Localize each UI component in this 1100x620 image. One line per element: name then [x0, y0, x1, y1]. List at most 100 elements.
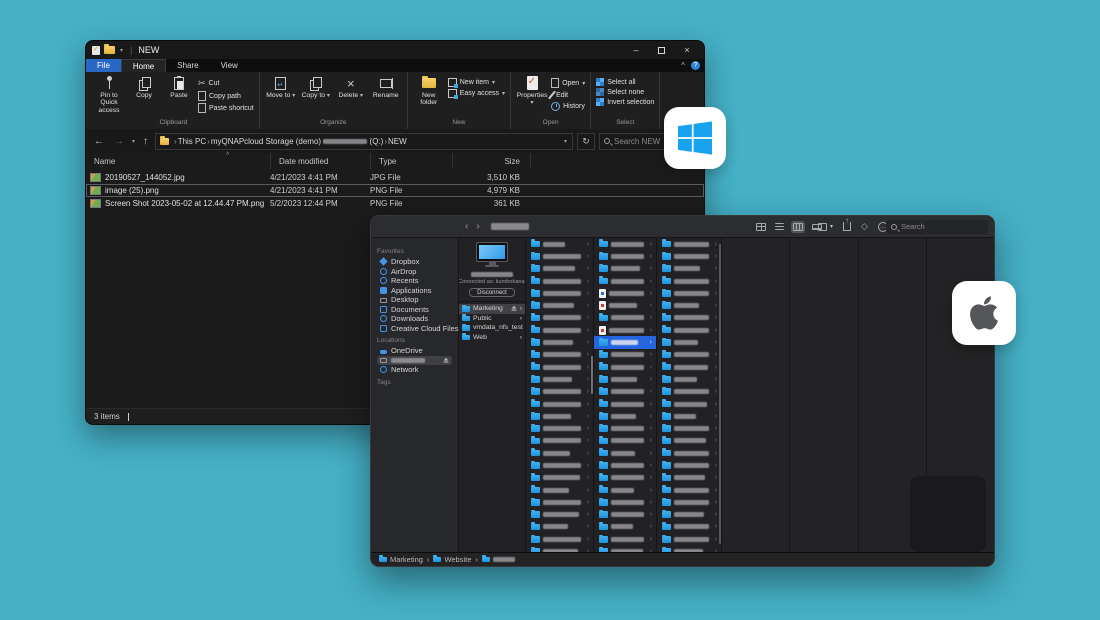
sidebar-item-dropbox[interactable]: Dropbox	[377, 257, 452, 267]
invert-selection-button[interactable]: Invert selection	[596, 98, 654, 106]
easy-access-button[interactable]: Easy access ▾	[448, 89, 505, 98]
quick-access-caret-icon[interactable]: ▾	[119, 47, 124, 54]
pin-to-quick-access-button[interactable]: Pin to Quick access	[93, 74, 125, 114]
properties-button[interactable]: Properties ▾	[516, 74, 548, 107]
sidebar-item-redacted[interactable]	[377, 356, 452, 366]
finder-file-row[interactable]: ›	[526, 312, 593, 324]
finder-file-row[interactable]: ›	[526, 287, 593, 299]
finder-file-row[interactable]: ›	[594, 275, 656, 287]
finder-file-row[interactable]: ›	[594, 238, 656, 250]
share-row-web[interactable]: Web›	[459, 333, 525, 343]
eject-icon[interactable]	[443, 356, 449, 365]
sidebar-item-applications[interactable]: Applications	[377, 286, 452, 296]
sidebar-item-creative-cloud-files[interactable]: Creative Cloud Files	[377, 324, 452, 334]
restore-button[interactable]	[658, 47, 665, 54]
up-button[interactable]: ↑	[140, 136, 151, 147]
finder-file-row[interactable]: ›	[594, 299, 656, 311]
finder-file-row[interactable]: ›	[526, 263, 593, 275]
finder-file-row[interactable]: ›	[657, 484, 721, 496]
finder-file-row[interactable]: ›	[657, 263, 721, 275]
path-item[interactable]: Website	[433, 555, 471, 564]
finder-file-row[interactable]: ›	[594, 287, 656, 299]
finder-file-row[interactable]: ›	[594, 373, 656, 385]
finder-file-row[interactable]: ›	[526, 545, 593, 552]
finder-file-row[interactable]: ›	[526, 459, 593, 471]
finder-file-row[interactable]: ›	[526, 533, 593, 545]
finder-file-row[interactable]: ›	[594, 336, 656, 348]
paste-shortcut-button[interactable]: Paste shortcut	[198, 103, 254, 113]
finder-file-row[interactable]: ›	[526, 484, 593, 496]
forward-button[interactable]: →	[111, 136, 127, 147]
finder-file-row[interactable]: ›	[657, 496, 721, 508]
finder-file-row[interactable]: ›	[657, 324, 721, 336]
finder-forward-button[interactable]: ›	[476, 221, 479, 232]
finder-file-row[interactable]: ›	[526, 299, 593, 311]
finder-file-row[interactable]: ›	[594, 312, 656, 324]
file-row[interactable]: 20190527_144052.jpg4/21/2023 4:41 PMJPG …	[86, 171, 704, 184]
finder-file-row[interactable]: ›	[657, 533, 721, 545]
tab-home[interactable]: Home	[121, 59, 166, 72]
finder-file-row[interactable]: ›	[526, 386, 593, 398]
finder-file-row[interactable]: ›	[657, 287, 721, 299]
finder-back-button[interactable]: ‹	[465, 221, 468, 232]
path-item-redacted[interactable]	[482, 557, 515, 563]
finder-file-row[interactable]: ›	[526, 509, 593, 521]
finder-file-row[interactable]: ›	[526, 238, 593, 250]
finder-file-row[interactable]: ›	[594, 410, 656, 422]
copy-path-button[interactable]: Copy path	[198, 91, 254, 101]
finder-file-row[interactable]: ›	[594, 324, 656, 336]
finder-file-row[interactable]: ›	[594, 435, 656, 447]
finder-file-row[interactable]: ›	[594, 484, 656, 496]
finder-file-row[interactable]: ›	[594, 496, 656, 508]
breadcrumb-item[interactable]: NEW	[388, 137, 407, 146]
finder-file-row[interactable]: ›	[526, 410, 593, 422]
disconnect-button[interactable]: Disconnect	[469, 288, 515, 297]
finder-file-row[interactable]: ›	[657, 410, 721, 422]
finder-file-row[interactable]: ›	[526, 349, 593, 361]
finder-file-row[interactable]: ›	[594, 398, 656, 410]
finder-file-row[interactable]: ›	[526, 472, 593, 484]
column-header-type[interactable]: Type	[370, 153, 452, 169]
edit-button[interactable]: Edit	[551, 90, 585, 100]
collapse-ribbon-icon[interactable]: ^	[681, 61, 685, 70]
copy-button[interactable]: Copy	[128, 74, 160, 99]
new-folder-button[interactable]: New folder	[413, 74, 445, 107]
share-row-marketing[interactable]: Marketing›	[459, 304, 525, 314]
finder-file-row[interactable]: ›	[657, 435, 721, 447]
path-item[interactable]: Marketing	[379, 555, 423, 564]
finder-file-row[interactable]: ›	[657, 349, 721, 361]
finder-file-row[interactable]: ›	[526, 435, 593, 447]
copy-to-button[interactable]: Copy to ▾	[300, 74, 332, 99]
history-button[interactable]: History	[551, 102, 585, 111]
finder-search-field[interactable]: Search	[886, 220, 988, 234]
finder-file-row[interactable]: ›	[657, 398, 721, 410]
finder-file-row[interactable]: ›	[594, 509, 656, 521]
column-view-button[interactable]	[791, 221, 805, 233]
back-button[interactable]: ←	[91, 136, 107, 147]
list-view-button[interactable]	[773, 221, 786, 232]
file-row[interactable]: image (25).png4/21/2023 4:41 PMPNG File4…	[86, 184, 704, 197]
sidebar-item-recents[interactable]: Recents	[377, 276, 452, 286]
tab-file[interactable]: File	[86, 59, 121, 72]
tab-view[interactable]: View	[210, 59, 249, 72]
finder-file-row[interactable]: ›	[526, 447, 593, 459]
finder-file-row[interactable]: ›	[526, 422, 593, 434]
column-header-size[interactable]: Size	[452, 153, 530, 169]
sidebar-item-documents[interactable]: Documents	[377, 305, 452, 315]
share-row-vmdata_nfs_test[interactable]: vmdata_nfs_test›	[459, 323, 525, 333]
move-to-button[interactable]: Move to ▾	[265, 74, 297, 99]
finder-file-row[interactable]: ›	[594, 361, 656, 373]
finder-file-row[interactable]: ›	[657, 275, 721, 287]
breadcrumb-item[interactable]: myQNAPcloud Storage (demo) (Q:)	[211, 137, 384, 146]
sidebar-item-onedrive[interactable]: OneDrive	[377, 346, 452, 356]
finder-file-row[interactable]: ›	[526, 521, 593, 533]
group-by-button[interactable]: ▾	[818, 223, 833, 231]
finder-file-row[interactable]: ›	[657, 521, 721, 533]
paste-button[interactable]: Paste	[163, 74, 195, 99]
finder-file-row[interactable]: ›	[657, 238, 721, 250]
finder-file-row[interactable]: ›	[594, 263, 656, 275]
column-header-date-modified[interactable]: Date modified	[270, 153, 370, 169]
quick-access-properties-icon[interactable]	[92, 46, 100, 55]
finder-file-row[interactable]: ›	[526, 250, 593, 262]
column-header-name[interactable]: Name ^	[86, 153, 270, 169]
